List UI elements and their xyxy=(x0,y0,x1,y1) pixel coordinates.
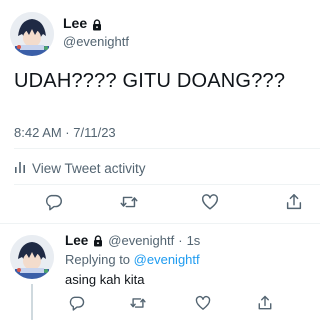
avatar-image xyxy=(10,12,54,56)
reply-handle[interactable]: @evenightf xyxy=(108,233,174,248)
separator-dot: · xyxy=(178,233,183,248)
replying-to: Replying to @evenightf xyxy=(65,252,200,267)
tweet-author[interactable]: Lee @evenightf xyxy=(63,15,129,50)
view-tweet-activity-button[interactable]: View Tweet activity xyxy=(14,161,146,176)
reply-display-name[interactable]: Lee xyxy=(65,233,88,248)
reply-text: asing kah kita xyxy=(65,272,145,287)
replying-to-mention[interactable]: @evenightf xyxy=(134,252,200,267)
share-icon[interactable] xyxy=(284,192,304,212)
tweet-text: UDAH???? GITU DOANG??? xyxy=(14,70,286,92)
author-name[interactable]: Lee xyxy=(63,15,103,32)
share-icon[interactable] xyxy=(256,294,274,312)
reply-header: Lee @evenightf · 1s xyxy=(65,233,200,248)
reply-avatar[interactable] xyxy=(10,235,54,279)
tweet-action-bar xyxy=(0,192,320,214)
reply-action-bar xyxy=(0,294,320,314)
divider xyxy=(14,148,320,149)
display-name[interactable]: Lee xyxy=(63,15,87,32)
reply-time[interactable]: 1s xyxy=(187,233,201,248)
avatar-image xyxy=(10,235,54,279)
tweet-timestamp[interactable]: 8:42 AM · 7/11/23 xyxy=(14,125,116,140)
like-icon[interactable] xyxy=(200,192,220,212)
retweet-icon[interactable] xyxy=(118,192,140,212)
reply-icon[interactable] xyxy=(68,294,86,312)
divider xyxy=(0,223,320,224)
like-icon[interactable] xyxy=(194,294,212,312)
lock-icon xyxy=(92,234,104,247)
activity-label[interactable]: View Tweet activity xyxy=(32,161,146,176)
author-handle[interactable]: @evenightf xyxy=(63,34,129,50)
retweet-icon[interactable] xyxy=(128,294,148,312)
activity-icon xyxy=(14,161,26,176)
lock-icon xyxy=(91,18,103,30)
replying-to-prefix: Replying to xyxy=(65,252,131,267)
divider xyxy=(14,184,320,185)
avatar[interactable] xyxy=(10,12,54,56)
reply-icon[interactable] xyxy=(44,192,64,212)
